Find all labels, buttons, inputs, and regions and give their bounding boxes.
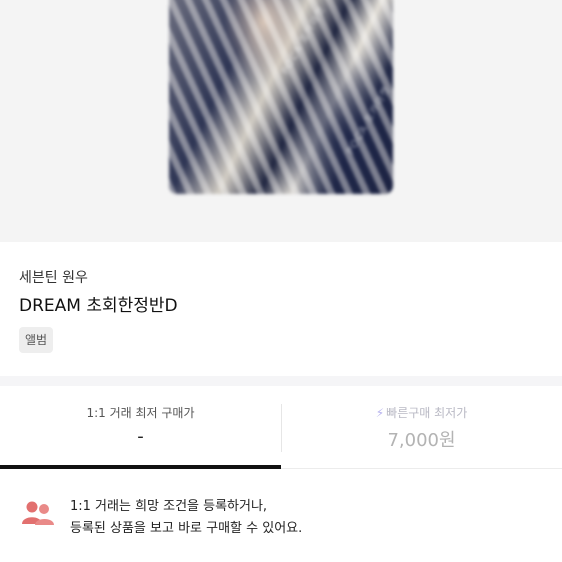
product-title: DREAM 초회한정반D xyxy=(19,296,178,316)
active-tab-indicator xyxy=(0,465,281,469)
notice-line-2: 등록된 상품을 보고 바로 구매할 수 있어요. xyxy=(70,521,303,536)
notice-line-1: 1:1 거래는 희망 조건을 등록하거나, xyxy=(70,499,268,514)
tab-direct-trade[interactable]: 1:1 거래 최저 구매가 - xyxy=(0,386,281,470)
product-photo[interactable]: POCA 포카마켓 POCA 포카마켓 xyxy=(169,0,393,194)
notice-text: 1:1 거래는 희망 조건을 등록하거나, 등록된 상품을 보고 바로 구매할 … xyxy=(70,496,302,540)
direct-trade-price: - xyxy=(137,426,144,447)
product-info: 세븐틴 원우 DREAM 초회한정반D 앨범 xyxy=(0,242,562,376)
people-icon xyxy=(22,501,54,525)
price-tabs: 1:1 거래 최저 구매가 - ⚡ 빠른구매 최저가 7,000원 xyxy=(0,386,562,470)
tab-bottom-border xyxy=(281,468,562,469)
quick-buy-price: 7,000원 xyxy=(387,430,456,451)
category-tag[interactable]: 앨범 xyxy=(19,327,54,353)
tab-quick-buy[interactable]: ⚡ 빠른구매 최저가 7,000원 xyxy=(281,386,562,470)
quick-buy-label-wrap: ⚡ 빠른구매 최저가 xyxy=(281,404,562,421)
photo-texture xyxy=(169,0,393,194)
lightning-icon: ⚡ xyxy=(375,406,385,420)
direct-trade-label: 1:1 거래 최저 구매가 xyxy=(86,406,195,420)
artist-name: 세븐틴 원우 xyxy=(19,270,88,286)
product-image-area: POCA 포카마켓 POCA 포카마켓 xyxy=(0,0,562,242)
trade-notice: 1:1 거래는 희망 조건을 등록하거나, 등록된 상품을 보고 바로 구매할 … xyxy=(0,470,562,562)
quick-buy-label: 빠른구매 최저가 xyxy=(386,406,468,420)
